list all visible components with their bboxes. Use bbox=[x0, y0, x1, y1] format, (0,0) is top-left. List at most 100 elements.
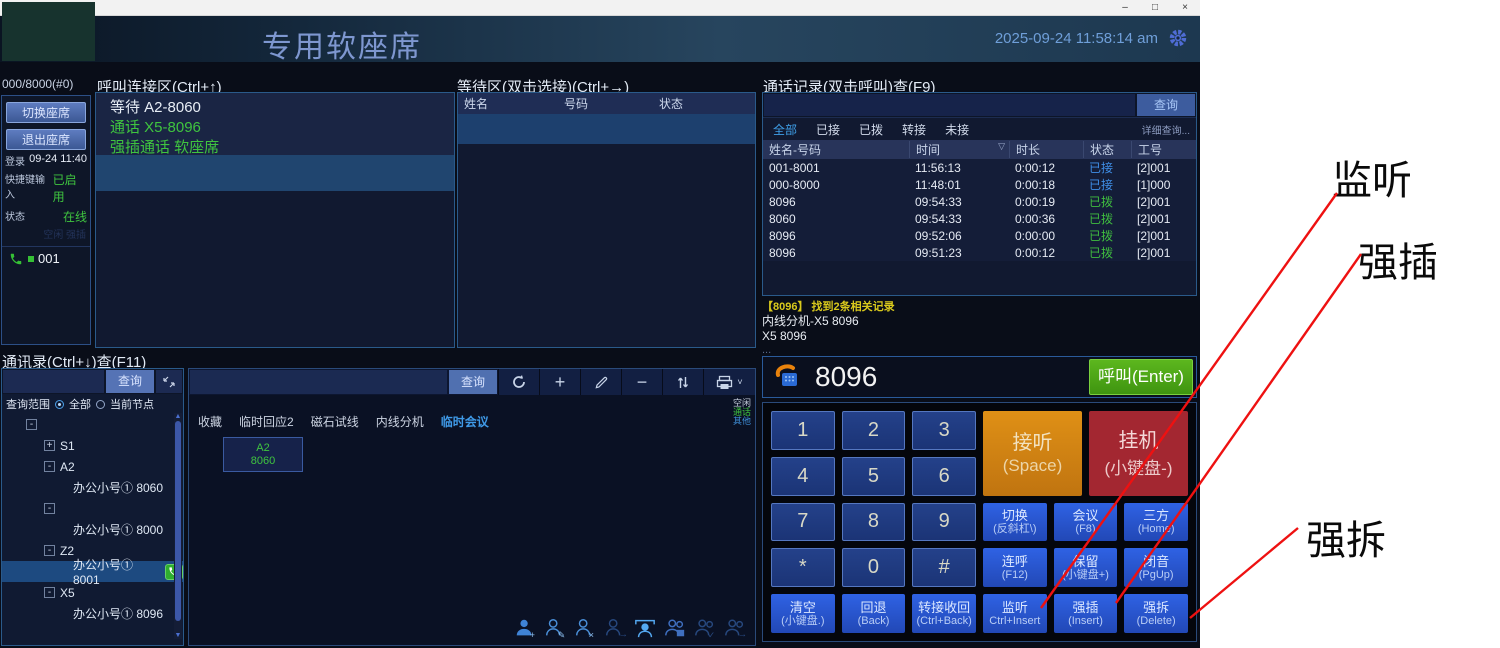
transfer-toggle-button[interactable]: 切换(反斜杠\) bbox=[983, 503, 1047, 542]
col-duration[interactable]: 时长 bbox=[1009, 141, 1083, 158]
scrollbar-thumb[interactable] bbox=[175, 421, 181, 621]
remove-icon[interactable]: − bbox=[621, 369, 662, 395]
call-log-row[interactable]: 001-800111:56:130:00:12已接[2]001 bbox=[763, 159, 1196, 176]
refresh-icon[interactable] bbox=[498, 369, 539, 395]
tree-node[interactable]: -A2 bbox=[2, 456, 183, 477]
call-log-row[interactable]: 809609:54:330:00:19已拨[2]001 bbox=[763, 193, 1196, 210]
monitor-button[interactable]: 监听Ctrl+Insert bbox=[983, 594, 1047, 633]
call-log-search-input[interactable] bbox=[764, 94, 1135, 116]
add-icon[interactable]: + bbox=[539, 369, 580, 395]
contacts-query-button[interactable]: 查询 bbox=[449, 370, 497, 394]
key-4[interactable]: 4 bbox=[771, 457, 835, 496]
col-status[interactable]: 状态 bbox=[1083, 141, 1131, 158]
hold-button[interactable]: 保留(小键盘+) bbox=[1054, 548, 1118, 587]
minimize-button[interactable]: – bbox=[1110, 0, 1140, 16]
call-log-query-button[interactable]: 查询 bbox=[1137, 94, 1195, 116]
dialed-number[interactable]: 8096 bbox=[815, 361, 877, 393]
radio-current-node[interactable] bbox=[96, 400, 105, 409]
tree-toggle[interactable]: + bbox=[44, 440, 55, 451]
tree-toggle[interactable]: - bbox=[26, 419, 37, 430]
person-move-icon[interactable]: → bbox=[603, 617, 627, 639]
call-line-waiting[interactable]: 等待 A2-8060 bbox=[110, 98, 454, 118]
collapse-tree-icon[interactable] bbox=[156, 370, 182, 393]
tree-toggle[interactable]: - bbox=[44, 503, 55, 514]
key-0[interactable]: 0 bbox=[842, 548, 906, 587]
scroll-down-icon[interactable]: ▼ bbox=[174, 632, 182, 639]
group-forward-icon[interactable]: → bbox=[723, 617, 747, 639]
wait-selected-row[interactable] bbox=[458, 114, 755, 144]
print-caret-icon[interactable]: ˅ bbox=[737, 377, 742, 387]
scope-node-label[interactable]: 当前节点 bbox=[110, 396, 154, 412]
key-1[interactable]: 1 bbox=[771, 411, 835, 450]
backspace-button[interactable]: 回退(Back) bbox=[842, 594, 906, 633]
contact-card[interactable]: A2 8060 bbox=[223, 437, 303, 472]
directory-search-input[interactable] bbox=[3, 370, 104, 393]
conference-button[interactable]: 会议(F8) bbox=[1054, 503, 1118, 542]
tree-leaf-selected[interactable]: 办公小号① 8001 bbox=[2, 561, 183, 582]
barge-in-button[interactable]: 强插(Insert) bbox=[1054, 594, 1118, 633]
exit-agent-button[interactable]: 退出座席 bbox=[6, 129, 86, 150]
key-6[interactable]: 6 bbox=[912, 457, 976, 496]
tree-leaf[interactable]: 办公小号① 8096 bbox=[2, 603, 183, 624]
person-monitor-icon[interactable] bbox=[633, 617, 657, 639]
person-add-icon[interactable]: + bbox=[513, 617, 537, 639]
col-name-number[interactable]: 姓名-号码 bbox=[763, 141, 909, 158]
scope-all-label[interactable]: 全部 bbox=[69, 396, 91, 412]
tree-node[interactable]: +S1 bbox=[2, 435, 183, 456]
call-area-selected-row[interactable] bbox=[96, 155, 454, 191]
answer-button[interactable]: 接听 (Space) bbox=[983, 411, 1082, 496]
group-lock-icon[interactable] bbox=[663, 617, 687, 639]
col-agent[interactable]: 工号 bbox=[1131, 141, 1196, 158]
filter-answered[interactable]: 已接 bbox=[816, 121, 840, 138]
lookup-result-line[interactable]: 内线分机-X5 8096 bbox=[762, 314, 1197, 329]
key-9[interactable]: 9 bbox=[912, 503, 976, 542]
tab-magneto-test[interactable]: 磁石试线 bbox=[311, 413, 359, 430]
filter-dialed[interactable]: 已拨 bbox=[859, 121, 883, 138]
hangup-button[interactable]: 挂机 (小键盘-) bbox=[1089, 411, 1188, 496]
clear-button[interactable]: 清空(小键盘.) bbox=[771, 594, 835, 633]
tree-node[interactable]: - bbox=[2, 498, 183, 519]
tree-toggle[interactable]: - bbox=[44, 587, 55, 598]
transfer-recall-button[interactable]: 转接收回(Ctrl+Back) bbox=[912, 594, 976, 633]
tab-favorites[interactable]: 收藏 bbox=[198, 413, 222, 430]
close-button[interactable]: × bbox=[1170, 0, 1200, 16]
call-line-talking[interactable]: 通话 X5-8096 bbox=[110, 118, 454, 138]
key-3[interactable]: 3 bbox=[912, 411, 976, 450]
edit-pencil-icon[interactable] bbox=[580, 369, 621, 395]
person-delete-icon[interactable]: × bbox=[573, 617, 597, 639]
sort-icon[interactable] bbox=[662, 369, 703, 395]
key-5[interactable]: 5 bbox=[842, 457, 906, 496]
call-log-row[interactable]: 000-800011:48:010:00:18已接[1]000 bbox=[763, 176, 1196, 193]
filter-transferred[interactable]: 转接 bbox=[902, 121, 926, 138]
person-edit-icon[interactable]: ✎ bbox=[543, 617, 567, 639]
key-7[interactable]: 7 bbox=[771, 503, 835, 542]
tab-temp-response[interactable]: 临时回应2 bbox=[239, 413, 294, 430]
call-button[interactable]: 呼叫(Enter) bbox=[1089, 359, 1193, 395]
directory-query-button[interactable]: 查询 bbox=[106, 370, 154, 393]
call-log-row[interactable]: 809609:52:060:00:00已拨[2]001 bbox=[763, 227, 1196, 244]
key-star[interactable]: * bbox=[771, 548, 835, 587]
switch-agent-button[interactable]: 切换座席 bbox=[6, 102, 86, 123]
filter-missed[interactable]: 未接 bbox=[945, 121, 969, 138]
tab-internal-ext[interactable]: 内线分机 bbox=[376, 413, 424, 430]
call-log-row[interactable]: 809609:51:230:00:12已拨[2]001 bbox=[763, 244, 1196, 261]
lookup-result-line[interactable]: X5 8096 bbox=[762, 329, 1197, 344]
key-8[interactable]: 8 bbox=[842, 503, 906, 542]
radio-all[interactable] bbox=[55, 400, 64, 409]
contacts-search-input[interactable] bbox=[190, 370, 447, 394]
tree-toggle[interactable]: - bbox=[44, 545, 55, 556]
tree-leaf[interactable]: 办公小号① 8000 bbox=[2, 519, 183, 540]
sort-indicator-icon[interactable]: ▽ bbox=[998, 141, 1005, 158]
redial-button[interactable]: 连呼(F12) bbox=[983, 548, 1047, 587]
key-hash[interactable]: # bbox=[912, 548, 976, 587]
tree-toggle[interactable]: - bbox=[44, 461, 55, 472]
scroll-up-icon[interactable]: ▲ bbox=[174, 413, 182, 420]
tree-leaf[interactable]: 办公小号① 8060 bbox=[2, 477, 183, 498]
print-icon[interactable]: ˅ bbox=[703, 369, 755, 395]
force-release-button[interactable]: 强拆(Delete) bbox=[1124, 594, 1188, 633]
maximize-button[interactable]: □ bbox=[1140, 0, 1170, 16]
settings-gear-icon[interactable] bbox=[1168, 28, 1188, 48]
detail-query-link[interactable]: 详细查询... bbox=[1142, 122, 1190, 137]
three-way-button[interactable]: 三方(Home) bbox=[1124, 503, 1188, 542]
group-sync-icon[interactable]: ✓ bbox=[693, 617, 717, 639]
